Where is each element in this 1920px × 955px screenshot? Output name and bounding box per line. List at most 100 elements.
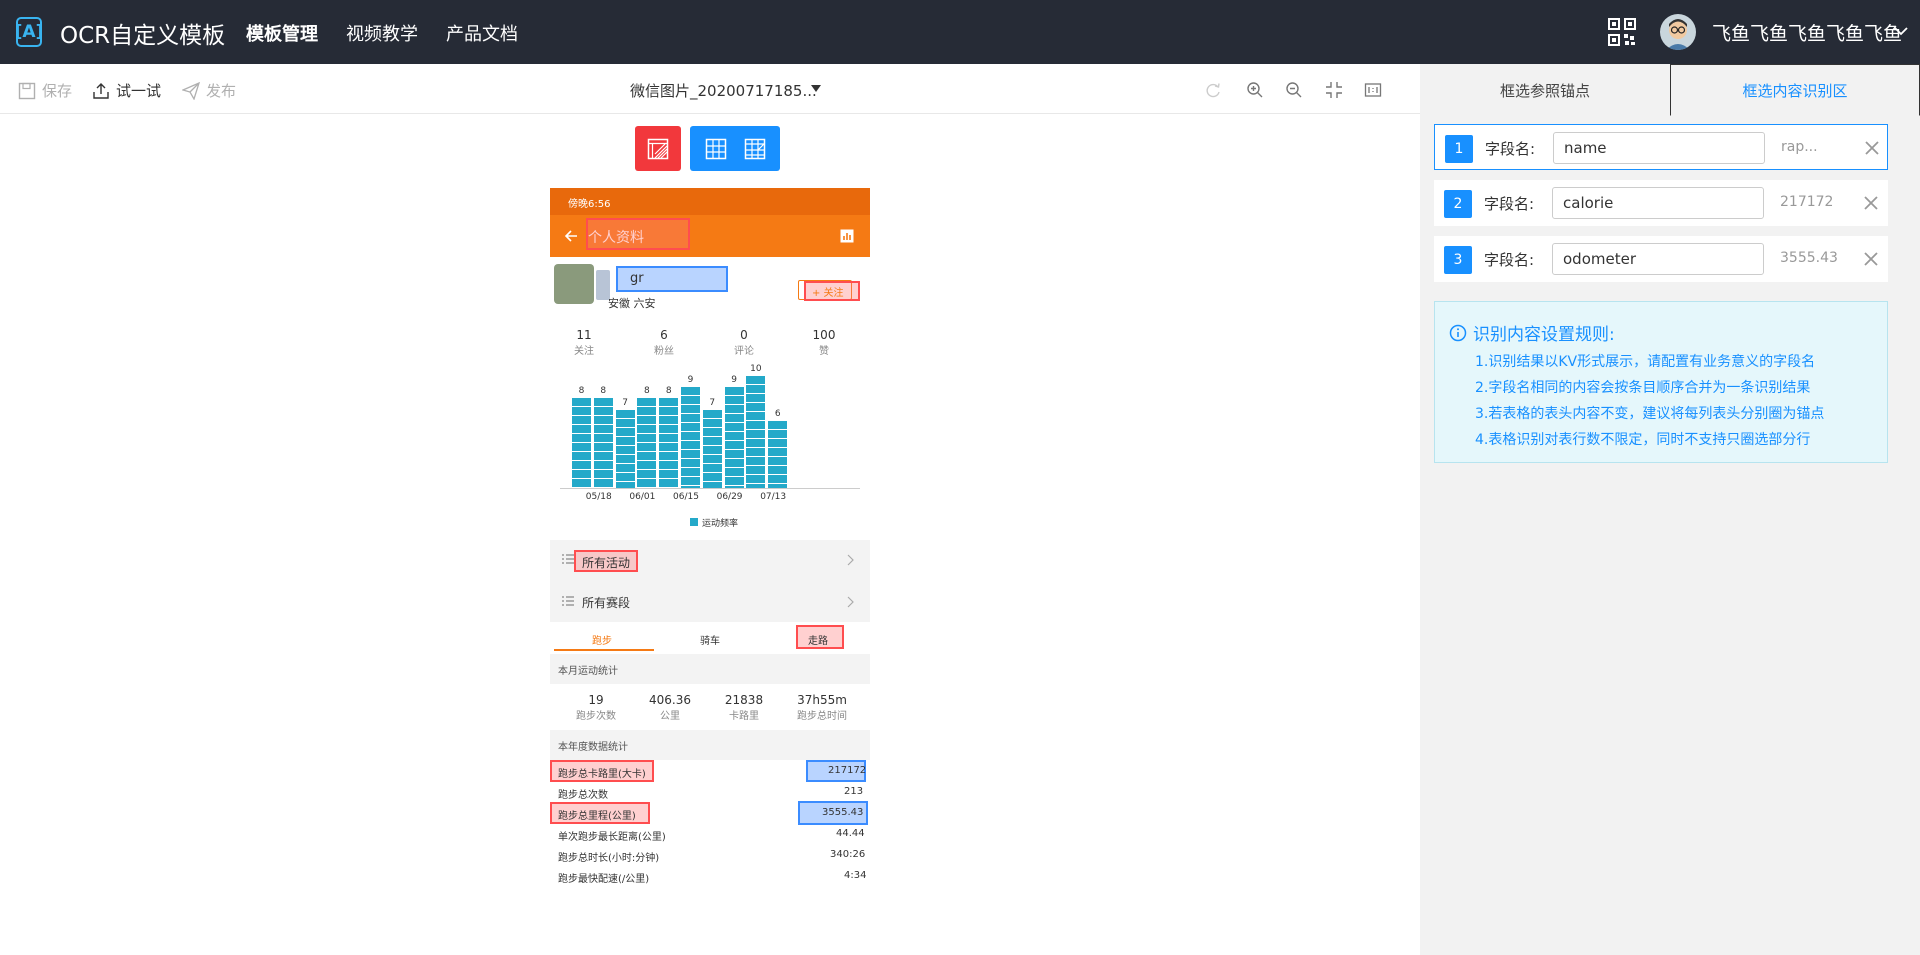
tab-anchor-points[interactable]: 框选参照锚点 [1420,64,1670,116]
close-icon[interactable] [1862,250,1880,268]
nav-product-docs[interactable]: 产品文档 [446,20,518,46]
month-stat-time: 37h55m 跑步总时间 [790,693,854,722]
field-index: 1 [1445,135,1473,163]
hatched-region-icon [647,138,669,159]
chart-legend-label: 运动频率 [702,519,739,529]
sport-tab-indicator [554,649,654,651]
chart-x-tick-label: 07/13 [760,492,787,502]
chart-data-label: 8 [665,386,672,397]
stat-following: 11 关注 [552,328,616,357]
save-icon [18,82,36,99]
chart-bar [572,398,591,488]
menu-all-races: 所有赛段 [582,596,631,610]
publish-button[interactable]: 发布 [182,80,236,101]
field-row[interactable]: 3 字段名: 3555.43 [1434,236,1888,282]
chart-x-tick-label: 05/18 [585,492,612,502]
chart-bar [615,409,635,488]
stat-label: 关注 [574,346,594,357]
zoom-in-icon[interactable] [1246,81,1264,99]
anchor-box-title[interactable] [586,218,690,250]
table-select-icon[interactable] [705,138,727,160]
stat-comments: 0 评论 [712,328,776,357]
chevron-right-icon [847,596,854,608]
activity-bar-chart: 8 8 7 8 8 9 7 9 10 6 05/18 06/01 06/15 06/29 07/13 [550,364,870,528]
chart-data-label: 8 [644,386,650,397]
actual-size-icon[interactable] [1364,81,1382,99]
field-name-input[interactable] [1552,243,1764,275]
chart-data-label: 8 [600,386,607,397]
profile-name-partial: gr [630,271,644,286]
field-row[interactable]: 1 字段名: rap... [1434,124,1888,170]
fit-screen-icon[interactable] [1325,81,1343,99]
caret-down-icon[interactable] [811,85,821,92]
month-stat-km: 406.36 公里 [638,693,702,722]
field-index: 2 [1444,190,1472,218]
profile-avatar [554,264,594,304]
top-bar: [A] OCR自定义模板 模板管理 视频教学 产品文档 飞鱼飞鱼飞鱼飞鱼飞鱼 [0,0,1920,64]
close-icon[interactable] [1863,139,1881,157]
field-name-input[interactable] [1553,132,1765,164]
field-recognized-value: rap... [1781,139,1818,155]
stat-label: 评论 [734,346,754,357]
stat-label: 粉丝 [654,346,674,357]
avatar-face-icon [1666,19,1690,50]
zoom-out-icon[interactable] [1285,81,1303,99]
nav-video-tutorial[interactable]: 视频教学 [346,20,418,46]
stat-value: 100 [812,328,836,342]
region-tabs: 框选参照锚点 框选内容识别区 [1420,64,1920,116]
stat-value: 406.36 [649,693,691,707]
chart-data-label: 8 [578,386,585,397]
close-icon[interactable] [1862,194,1880,212]
sport-tab-cycling: 骑车 [700,636,720,647]
year-row-label: 单次跑步最长距离(公里) [558,832,666,843]
year-row-value: 217172 [828,765,867,776]
status-time: 傍晚6:56 [568,199,611,210]
year-row-label: 跑步总卡路里(大卡) [558,769,646,780]
right-panel: 框选参照锚点 框选内容识别区 1 字段名: rap... 2 字段名: 2171… [1420,64,1920,955]
avatar[interactable] [1660,14,1696,50]
username[interactable]: 飞鱼飞鱼飞鱼飞鱼飞鱼 [1712,19,1902,46]
profile-location: 安徽 六安 [608,297,656,310]
list-icon [562,596,574,606]
table-header-select-icon[interactable] [744,138,766,160]
file-name-select[interactable]: 微信图片_20200717185... [630,80,817,101]
app-title: OCR自定义模板 [60,23,226,49]
try-button[interactable]: 试一试 [92,80,161,101]
chart-data-label: 9 [687,375,694,386]
select-anchor-tool[interactable] [635,126,681,171]
stat-label: 卡路里 [729,711,759,722]
tab-content-region[interactable]: 框选内容识别区 [1670,64,1920,116]
content-region-tools [690,126,780,171]
rules-title-row: 识别内容设置规则: [1449,320,1873,345]
back-arrow-icon [564,230,577,242]
field-name-input[interactable] [1552,187,1764,219]
upload-icon [93,82,109,99]
qr-code-icon[interactable] [1608,18,1636,46]
rule-item: 3.若表格的表头内容不变，建议将每列表头分别圈为锚点 [1475,406,1825,422]
chart-data-label: 9 [731,375,737,386]
field-row[interactable]: 2 字段名: 217172 [1434,180,1888,226]
chart-bar [637,398,657,488]
stat-label: 公里 [660,711,680,722]
phone-screenshot[interactable]: 傍晚6:56 个人资料 gr 安徽 六安 + 关注 11 关注 6 粉丝 0 评论 1… [550,188,870,888]
chart-x-tick-label: 06/29 [716,492,743,502]
nav-template-management[interactable]: 模板管理 [246,20,318,46]
chart-data-label: 6 [774,408,781,419]
rule-item: 4.表格识别对表行数不限定，同时不支持只圈选部分行 [1475,432,1811,448]
info-icon [1449,324,1467,341]
main-nav: 模板管理 视频教学 产品文档 [246,20,518,46]
chevron-down-icon[interactable] [1892,22,1910,40]
save-button[interactable]: 保存 [18,80,72,101]
chart-bar [593,398,613,488]
year-row-label: 跑步总里程(公里) [558,811,636,822]
sport-tab-running: 跑步 [592,636,612,647]
send-icon [182,81,200,100]
stat-fans: 6 粉丝 [632,328,696,357]
stat-value: 37h55m [797,693,847,707]
rotate-icon[interactable] [1204,81,1222,99]
chart-data-label: 10 [750,364,762,374]
stat-label: 跑步次数 [576,711,616,722]
list-icon [562,554,574,564]
stat-value: 11 [576,328,592,342]
field-recognized-value: 3555.43 [1780,250,1838,266]
